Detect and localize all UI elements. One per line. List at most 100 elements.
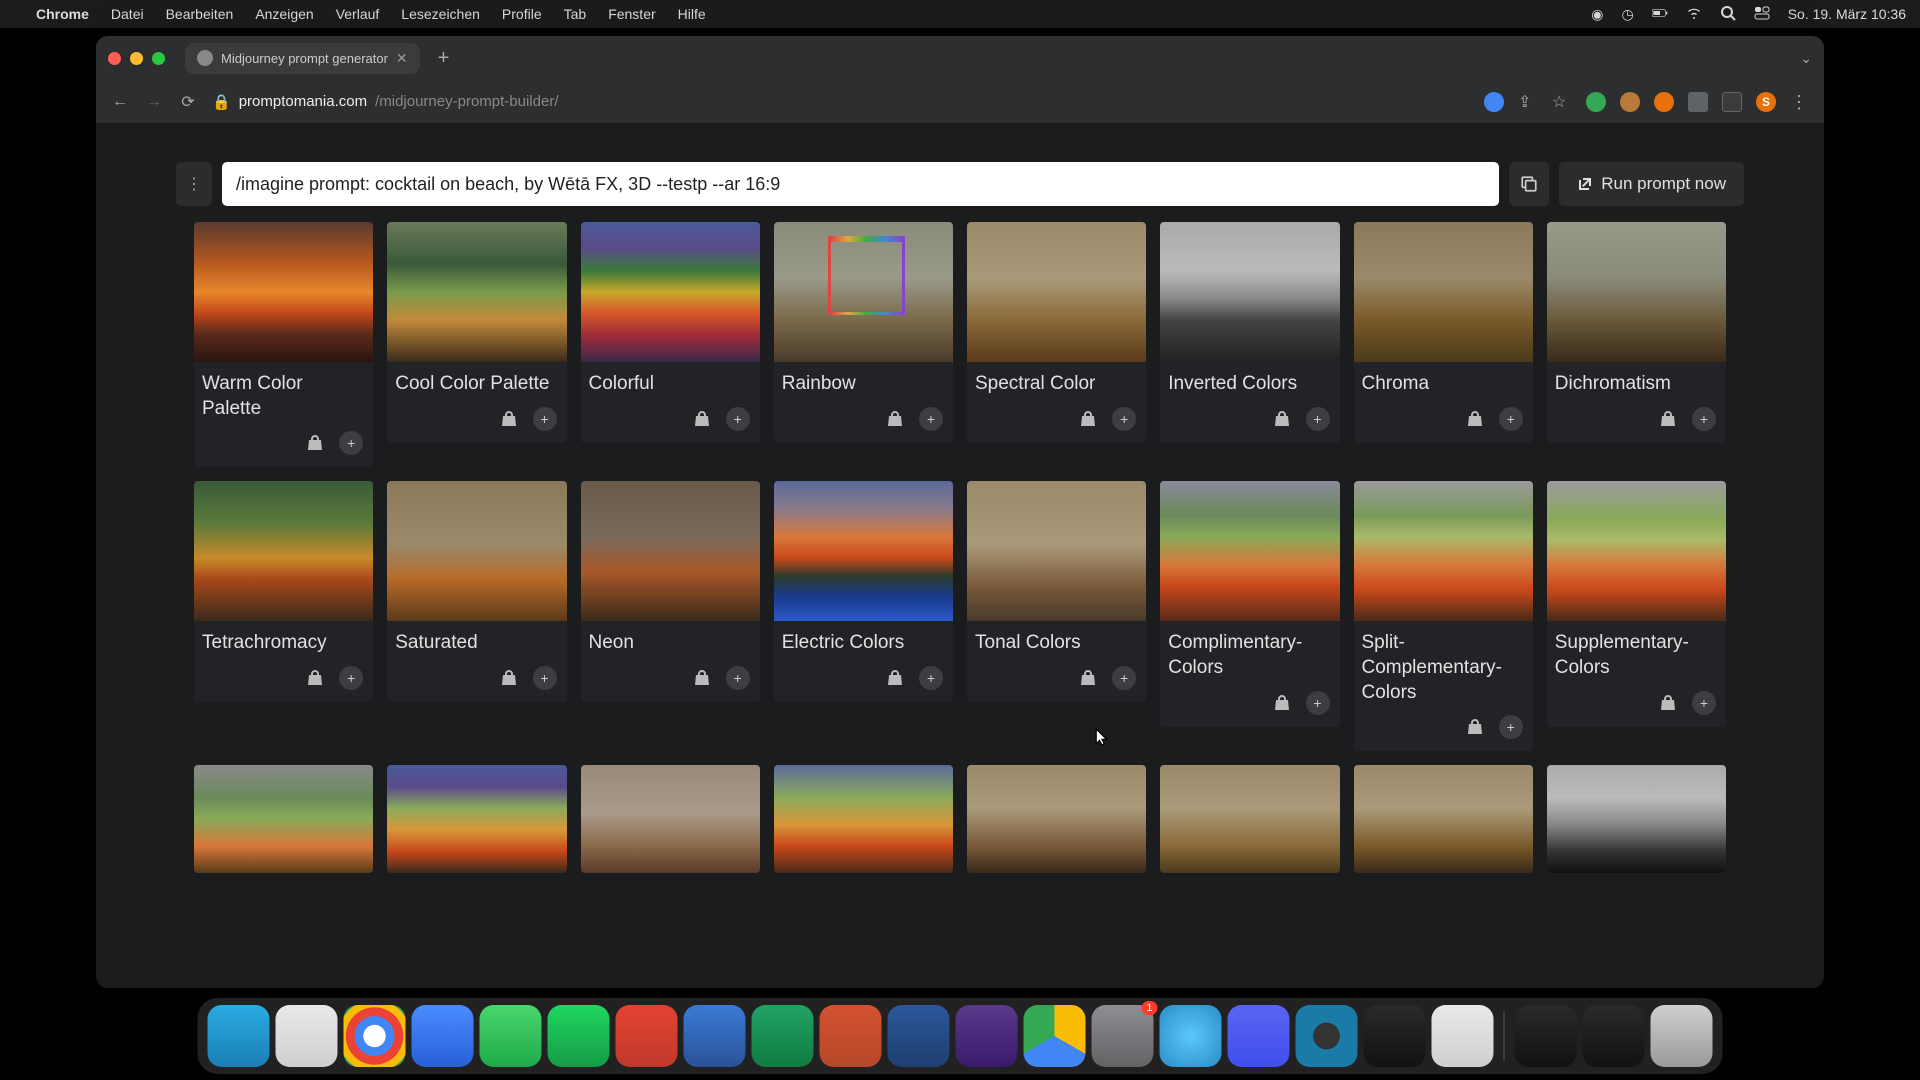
dock-zoom[interactable] bbox=[412, 1005, 474, 1067]
dock-drive[interactable] bbox=[1024, 1005, 1086, 1067]
run-prompt-button[interactable]: Run prompt now bbox=[1559, 162, 1744, 206]
record-icon[interactable]: ◉ bbox=[1591, 6, 1603, 23]
style-thumbnail[interactable] bbox=[774, 765, 953, 873]
add-style-button[interactable]: + bbox=[339, 666, 363, 690]
dock-todoist[interactable] bbox=[616, 1005, 678, 1067]
add-style-button[interactable]: + bbox=[1499, 407, 1523, 431]
weight-button[interactable] bbox=[1656, 407, 1680, 431]
style-thumbnail[interactable] bbox=[1547, 481, 1726, 621]
battery-icon[interactable] bbox=[1652, 5, 1668, 24]
style-thumbnail[interactable] bbox=[1547, 765, 1726, 873]
weight-button[interactable] bbox=[1076, 407, 1100, 431]
style-card[interactable] bbox=[1160, 765, 1339, 873]
style-thumbnail[interactable] bbox=[774, 481, 953, 621]
dock-voice[interactable] bbox=[1364, 1005, 1426, 1067]
style-thumbnail[interactable] bbox=[194, 222, 373, 362]
dock-chrome[interactable] bbox=[344, 1005, 406, 1067]
style-card[interactable]: Inverted Colors+ bbox=[1160, 222, 1339, 443]
style-card[interactable] bbox=[967, 765, 1146, 873]
style-thumbnail[interactable] bbox=[581, 222, 760, 362]
dock-excel[interactable] bbox=[752, 1005, 814, 1067]
style-card[interactable]: Colorful+ bbox=[581, 222, 760, 443]
menu-fenster[interactable]: Fenster bbox=[608, 6, 655, 22]
style-card[interactable] bbox=[194, 765, 373, 873]
extension-google-icon[interactable] bbox=[1484, 92, 1504, 112]
weight-button[interactable] bbox=[690, 666, 714, 690]
tab-close-button[interactable]: ✕ bbox=[396, 50, 408, 67]
style-card[interactable]: Neon+ bbox=[581, 481, 760, 702]
style-thumbnail[interactable] bbox=[1354, 222, 1533, 362]
style-thumbnail[interactable] bbox=[1160, 481, 1339, 621]
maximize-window-button[interactable] bbox=[152, 52, 165, 65]
style-thumbnail[interactable] bbox=[194, 765, 373, 873]
style-card[interactable] bbox=[581, 765, 760, 873]
menu-hilfe[interactable]: Hilfe bbox=[678, 6, 706, 22]
wifi-icon[interactable] bbox=[1686, 5, 1702, 24]
weight-button[interactable] bbox=[1463, 715, 1487, 739]
style-card[interactable]: Complimentary-Colors+ bbox=[1160, 481, 1339, 726]
add-style-button[interactable]: + bbox=[1306, 691, 1330, 715]
style-card[interactable]: Electric Colors+ bbox=[774, 481, 953, 702]
weight-button[interactable] bbox=[303, 666, 327, 690]
extension-shield-icon[interactable] bbox=[1586, 92, 1606, 112]
style-thumbnail[interactable] bbox=[1160, 765, 1339, 873]
style-thumbnail[interactable] bbox=[967, 481, 1146, 621]
extensions-puzzle-icon[interactable] bbox=[1688, 92, 1708, 112]
search-icon[interactable] bbox=[1720, 5, 1736, 24]
dock-settings[interactable]: 1 bbox=[1092, 1005, 1154, 1067]
profile-avatar[interactable]: S bbox=[1756, 92, 1776, 112]
sidepanel-icon[interactable] bbox=[1722, 92, 1742, 112]
dock-word[interactable] bbox=[888, 1005, 950, 1067]
add-style-button[interactable]: + bbox=[726, 666, 750, 690]
address-bar[interactable]: 🔒 promptomania.com/midjourney-prompt-bui… bbox=[212, 93, 1470, 111]
copy-prompt-button[interactable] bbox=[1509, 162, 1549, 206]
style-thumbnail[interactable] bbox=[967, 222, 1146, 362]
weight-button[interactable] bbox=[1270, 691, 1294, 715]
style-card[interactable]: Split-Complementary-Colors+ bbox=[1354, 481, 1533, 751]
style-thumbnail[interactable] bbox=[774, 222, 953, 362]
dock-safari[interactable] bbox=[276, 1005, 338, 1067]
dock-quicktime[interactable] bbox=[1296, 1005, 1358, 1067]
dock-trello[interactable] bbox=[684, 1005, 746, 1067]
chrome-menu-button[interactable]: ⋮ bbox=[1790, 92, 1810, 112]
add-style-button[interactable]: + bbox=[1692, 407, 1716, 431]
style-card[interactable]: Tetrachromacy+ bbox=[194, 481, 373, 702]
share-icon[interactable]: ⇪ bbox=[1518, 92, 1538, 112]
menubar-clock[interactable]: So. 19. März 10:36 bbox=[1788, 6, 1906, 22]
close-window-button[interactable] bbox=[108, 52, 121, 65]
new-tab-button[interactable]: + bbox=[430, 47, 458, 70]
prompt-menu-button[interactable]: ⋮ bbox=[176, 162, 212, 206]
style-thumbnail[interactable] bbox=[1354, 765, 1533, 873]
style-card[interactable]: Warm Color Palette+ bbox=[194, 222, 373, 467]
prompt-input[interactable]: /imagine prompt: cocktail on beach, by W… bbox=[222, 162, 1499, 206]
weight-button[interactable] bbox=[1656, 691, 1680, 715]
clock-icon[interactable]: ◷ bbox=[1621, 6, 1633, 23]
add-style-button[interactable]: + bbox=[533, 407, 557, 431]
style-card[interactable] bbox=[774, 765, 953, 873]
menu-profile[interactable]: Profile bbox=[502, 6, 542, 22]
style-card[interactable]: Dichromatism+ bbox=[1547, 222, 1726, 443]
menu-datei[interactable]: Datei bbox=[111, 6, 144, 22]
dock-whatsapp[interactable] bbox=[480, 1005, 542, 1067]
style-card[interactable]: Saturated+ bbox=[387, 481, 566, 702]
menubar-app-name[interactable]: Chrome bbox=[36, 6, 89, 22]
extension-icon-b[interactable] bbox=[1654, 92, 1674, 112]
minimize-window-button[interactable] bbox=[130, 52, 143, 65]
style-card[interactable]: Cool Color Palette+ bbox=[387, 222, 566, 443]
style-card[interactable] bbox=[1547, 765, 1726, 873]
style-thumbnail[interactable] bbox=[387, 481, 566, 621]
dock-preview[interactable] bbox=[1432, 1005, 1494, 1067]
menu-anzeigen[interactable]: Anzeigen bbox=[255, 6, 313, 22]
add-style-button[interactable]: + bbox=[1306, 407, 1330, 431]
style-card[interactable]: Tonal Colors+ bbox=[967, 481, 1146, 702]
add-style-button[interactable]: + bbox=[1692, 691, 1716, 715]
style-thumbnail[interactable] bbox=[387, 222, 566, 362]
weight-button[interactable] bbox=[883, 666, 907, 690]
menu-lesezeichen[interactable]: Lesezeichen bbox=[401, 6, 480, 22]
weight-button[interactable] bbox=[690, 407, 714, 431]
tabs-dropdown-icon[interactable]: ⌄ bbox=[1800, 50, 1812, 67]
back-button[interactable]: ← bbox=[110, 92, 130, 112]
style-thumbnail[interactable] bbox=[1354, 481, 1533, 621]
style-card[interactable] bbox=[1354, 765, 1533, 873]
style-card[interactable]: Rainbow+ bbox=[774, 222, 953, 443]
